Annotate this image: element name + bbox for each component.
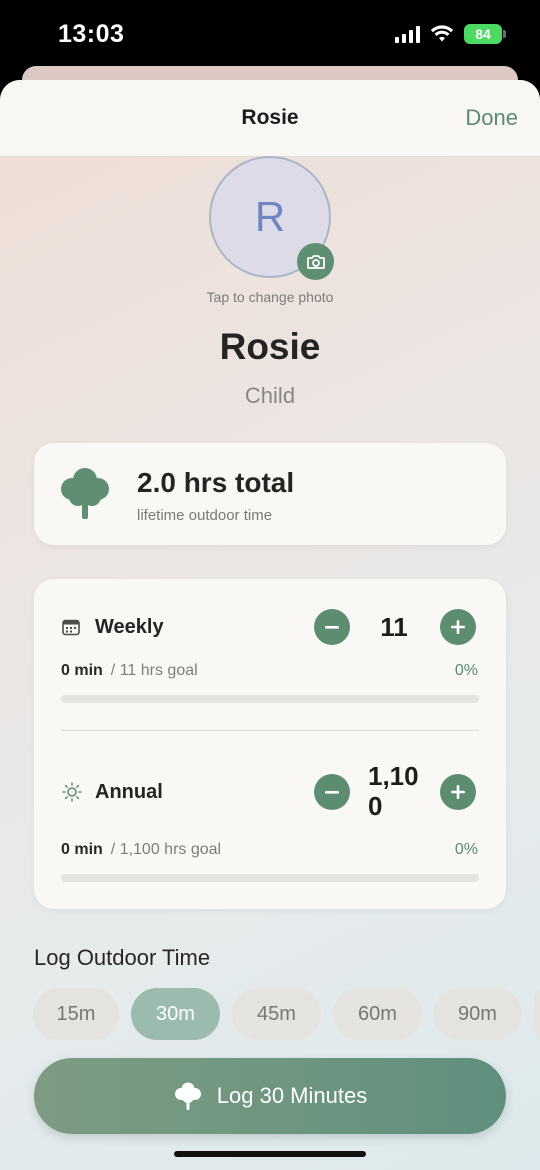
plus-icon	[451, 620, 465, 634]
weekly-percent: 0%	[454, 662, 478, 679]
plus-icon	[451, 785, 465, 799]
nav-bar: Rosie Done	[0, 80, 540, 157]
status-bar: 13:03 84	[0, 0, 540, 72]
status-time: 13:03	[58, 20, 125, 48]
weekly-goal-row: Weekly 11 0 min / 11 hrs goal 0%	[34, 579, 506, 729]
weekly-decrement-button[interactable]	[314, 609, 350, 645]
annual-percent: 0%	[454, 841, 478, 858]
profile-name: Rosie	[219, 326, 321, 367]
goals-card: Weekly 11 0 min / 11 hrs goal 0% Annual 1…	[34, 579, 506, 909]
photo-hint: Tap to change photo	[206, 289, 334, 305]
profile-role: Child	[244, 383, 296, 408]
total-label: lifetime outdoor time	[137, 507, 273, 524]
wifi-icon	[430, 25, 454, 42]
weekly-goal-text: / 11 hrs goal	[110, 662, 198, 679]
annual-progress-text: 0 min / 1,100 hrs goal	[61, 841, 221, 859]
minus-icon	[325, 626, 339, 629]
done-button[interactable]: Done	[465, 105, 518, 131]
total-time-card: 2.0 hrs total lifetime outdoor time	[34, 443, 506, 545]
annual-decrement-button[interactable]	[314, 774, 350, 810]
weekly-progress-bar	[61, 695, 479, 703]
chip-overflow[interactable]	[534, 988, 540, 1040]
tree-icon	[174, 1082, 201, 1110]
minus-icon	[325, 791, 339, 794]
battery-icon: 84	[464, 24, 506, 44]
battery-level: 84	[475, 26, 491, 42]
profile-sheet: Rosie Done R Tap to change photo Rosie C…	[0, 80, 540, 1170]
total-hours: 2.0 hrs total	[137, 467, 295, 498]
duration-chips: 15m 30m 45m 60m 90m	[33, 988, 540, 1040]
weekly-goal-value: 11	[380, 612, 408, 642]
home-indicator	[174, 1151, 366, 1157]
weekly-increment-button[interactable]	[440, 609, 476, 645]
annual-progress-bar	[61, 874, 479, 882]
annual-goal-value: 1,10 0	[368, 761, 419, 821]
weekly-goal-title: Weekly	[95, 616, 164, 638]
change-photo-button[interactable]	[297, 243, 334, 280]
chip-45m[interactable]: 45m	[232, 988, 321, 1040]
weekly-progress-text: 0 min / 11 hrs goal	[61, 662, 198, 680]
weekly-progress-value: 0 min	[61, 662, 103, 679]
annual-goal-text: / 1,100 hrs goal	[110, 841, 222, 858]
annual-goal-title: Annual	[95, 781, 163, 803]
log-section-title: Log Outdoor Time	[34, 945, 211, 970]
camera-icon	[306, 254, 325, 269]
status-icons: 84	[395, 24, 506, 44]
chip-90m[interactable]: 90m	[433, 988, 522, 1040]
chip-60m[interactable]: 60m	[333, 988, 422, 1040]
nav-title: Rosie	[241, 106, 299, 129]
chip-15m[interactable]: 15m	[33, 988, 119, 1040]
tree-icon	[61, 468, 109, 519]
signal-icon	[395, 25, 420, 43]
sun-icon	[62, 782, 82, 802]
avatar-initial: R	[254, 193, 286, 240]
log-time-button[interactable]: Log 30 Minutes	[34, 1058, 506, 1134]
calendar-icon	[62, 619, 80, 636]
annual-progress-value: 0 min	[61, 841, 103, 858]
annual-increment-button[interactable]	[440, 774, 476, 810]
log-button-label: Log 30 Minutes	[216, 1083, 368, 1108]
chip-30m[interactable]: 30m	[131, 988, 220, 1040]
annual-goal-row: Annual 1,10 0 0 min / 1,100 hrs goal 0%	[34, 731, 506, 882]
